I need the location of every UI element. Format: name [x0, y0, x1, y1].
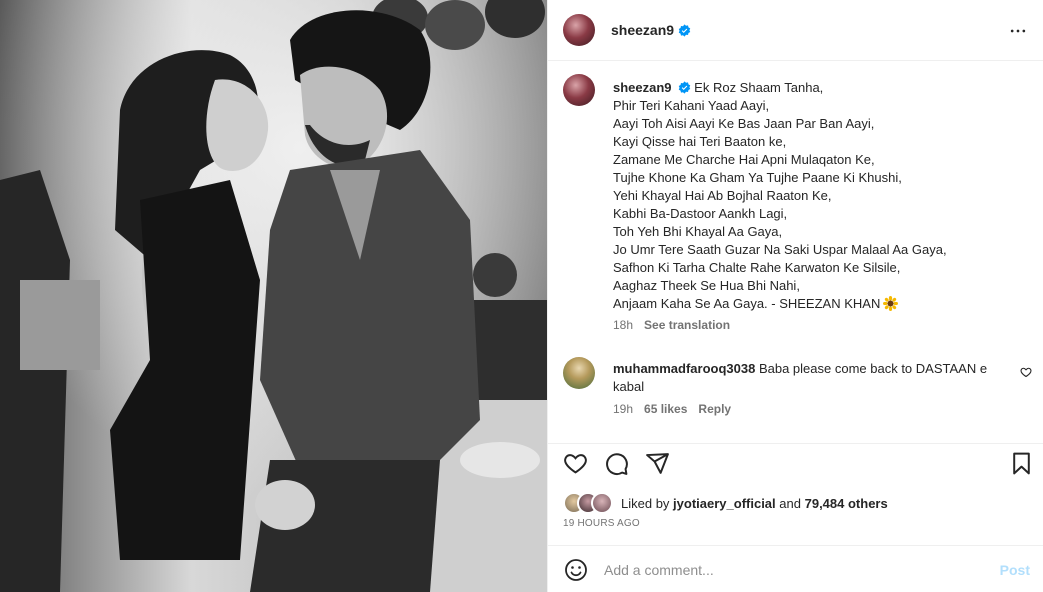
- caption-line: Jo Umr Tere Saath Guzar Na Saki Uspar Ma…: [613, 242, 947, 257]
- caption-line: Yehi Khayal Hai Ab Bojhal Raaton Ke,: [613, 188, 832, 203]
- comments-section[interactable]: sheezan9 Ek Roz Shaam Tanha, Phir Teri K…: [548, 61, 1043, 444]
- liked-by-and: and: [779, 496, 801, 511]
- caption-line: Kabhi Ba-Dastoor Aankh Lagi,: [613, 206, 788, 221]
- more-horizontal-icon[interactable]: [1008, 21, 1028, 41]
- comment-time: 19h: [613, 402, 634, 416]
- caption-line: Zamane Me Charche Hai Apni Mulaqaton Ke,: [613, 152, 875, 167]
- liker-avatars: [563, 492, 619, 514]
- liked-by-user[interactable]: jyotiaery_official: [673, 496, 776, 511]
- see-translation-link[interactable]: See translation: [644, 318, 730, 332]
- caption-line: Aaghaz Theek Se Hua Bhi Nahi,: [613, 278, 800, 293]
- caption-line: Phir Teri Kahani Yaad Aayi,: [613, 98, 770, 113]
- verified-badge-icon: [678, 81, 690, 94]
- likes-count-others[interactable]: 79,484 others: [805, 496, 888, 511]
- share-icon[interactable]: [645, 451, 670, 476]
- action-bar: [548, 444, 1043, 484]
- comment-like-heart-icon[interactable]: [1020, 366, 1032, 378]
- post-caption: sheezan9 Ek Roz Shaam Tanha, Phir Teri K…: [613, 79, 1023, 313]
- caption-username[interactable]: sheezan9: [613, 80, 672, 95]
- caption-line: Safhon Ki Tarha Chalte Rahe Karwaton Ke …: [613, 260, 901, 275]
- commenter-avatar[interactable]: [563, 357, 595, 389]
- caption-line: Aayi Toh Aisi Aayi Ke Bas Jaan Par Ban A…: [613, 116, 875, 131]
- post-header: sheezan9: [548, 0, 1043, 61]
- comment-input[interactable]: [604, 558, 984, 582]
- post-comment-button[interactable]: Post: [1000, 562, 1030, 578]
- likes-summary: Liked by jyotiaery_official and 79,484 o…: [563, 492, 1033, 516]
- add-comment-bar: Post: [548, 545, 1043, 592]
- bookmark-icon[interactable]: [1009, 451, 1034, 476]
- reply-button[interactable]: Reply: [698, 402, 731, 416]
- comment-likes-count[interactable]: 65 likes: [644, 402, 687, 416]
- sunflower-emoji-icon: [883, 296, 899, 311]
- caption-time: 18h: [613, 318, 634, 332]
- caption-line-last: Anjaam Kaha Se Aa Gaya. - SHEEZAN KHAN: [613, 295, 1023, 313]
- author-avatar[interactable]: [563, 14, 595, 46]
- verified-badge-icon: [678, 24, 691, 37]
- comment-username[interactable]: muhammadfarooq3038: [613, 361, 755, 376]
- comment-item: muhammadfarooq3038 Baba please come back…: [613, 360, 993, 396]
- caption-line: Ek Roz Shaam Tanha,: [694, 80, 824, 95]
- caption-line: Toh Yeh Bhi Khayal Aa Gaya,: [613, 224, 783, 239]
- caption-line: Tujhe Khone Ka Gham Ya Tujhe Paane Ki Kh…: [613, 170, 902, 185]
- post-timestamp[interactable]: 19 HOURS AGO: [563, 518, 640, 529]
- liker-avatar: [591, 492, 613, 514]
- couple-photo-illustration: [0, 0, 547, 592]
- comment-meta: 19h 65 likes Reply: [613, 402, 742, 416]
- author-username[interactable]: sheezan9: [611, 22, 691, 38]
- caption-line-text: Anjaam Kaha Se Aa Gaya. - SHEEZAN KHAN: [613, 296, 881, 311]
- likes-text: Liked by jyotiaery_official and 79,484 o…: [621, 496, 888, 511]
- caption-meta: 18h See translation: [613, 318, 741, 332]
- comment-icon[interactable]: [604, 451, 629, 476]
- caption-author-avatar[interactable]: [563, 74, 595, 106]
- emoji-icon[interactable]: [564, 558, 588, 582]
- author-username-text[interactable]: sheezan9: [611, 22, 674, 38]
- heart-icon[interactable]: [563, 451, 588, 476]
- post-details-panel: sheezan9 sheezan9 Ek Roz Shaam Tanha, Ph…: [547, 0, 1043, 592]
- liked-by-prefix: Liked by: [621, 496, 670, 511]
- caption-line: Kayi Qisse hai Teri Baaton ke,: [613, 134, 787, 149]
- post-image[interactable]: [0, 0, 547, 592]
